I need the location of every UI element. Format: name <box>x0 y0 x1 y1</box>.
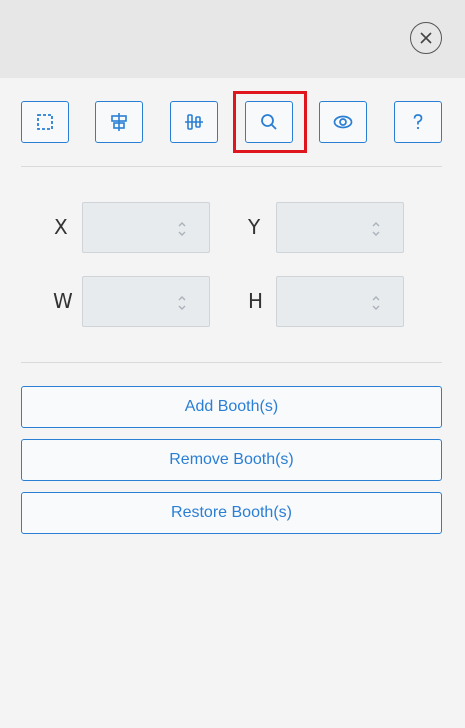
help-icon <box>413 114 423 130</box>
w-label: W <box>53 289 73 313</box>
y-field[interactable] <box>276 202 404 253</box>
y-label: Y <box>248 215 261 239</box>
select-area-button[interactable] <box>21 101 69 143</box>
divider <box>21 166 442 167</box>
stepper-arrows-icon[interactable] <box>177 294 187 312</box>
help-button[interactable] <box>394 101 442 143</box>
select-area-icon <box>37 114 53 130</box>
remove-booth-button[interactable]: Remove Booth(s) <box>21 439 442 481</box>
visibility-button[interactable] <box>319 101 367 143</box>
panel-header <box>0 0 465 78</box>
restore-booth-button[interactable]: Restore Booth(s) <box>21 492 442 534</box>
stepper-arrows-icon[interactable] <box>177 220 187 238</box>
h-field[interactable] <box>276 276 404 327</box>
h-label: H <box>248 289 264 313</box>
w-field[interactable] <box>82 276 210 327</box>
add-booth-button[interactable]: Add Booth(s) <box>21 386 442 428</box>
selected-tool-highlight <box>233 91 307 153</box>
stepper-arrows-icon[interactable] <box>371 220 381 238</box>
eye-icon <box>333 115 353 129</box>
distribute-button[interactable] <box>170 101 218 143</box>
close-icon <box>420 32 432 44</box>
distribute-icon <box>185 114 203 130</box>
divider <box>21 362 442 363</box>
x-label: X <box>54 215 68 239</box>
align-center-icon <box>111 113 127 131</box>
x-field[interactable] <box>82 202 210 253</box>
stepper-arrows-icon[interactable] <box>371 294 381 312</box>
close-button[interactable] <box>410 22 442 54</box>
align-center-button[interactable] <box>95 101 143 143</box>
